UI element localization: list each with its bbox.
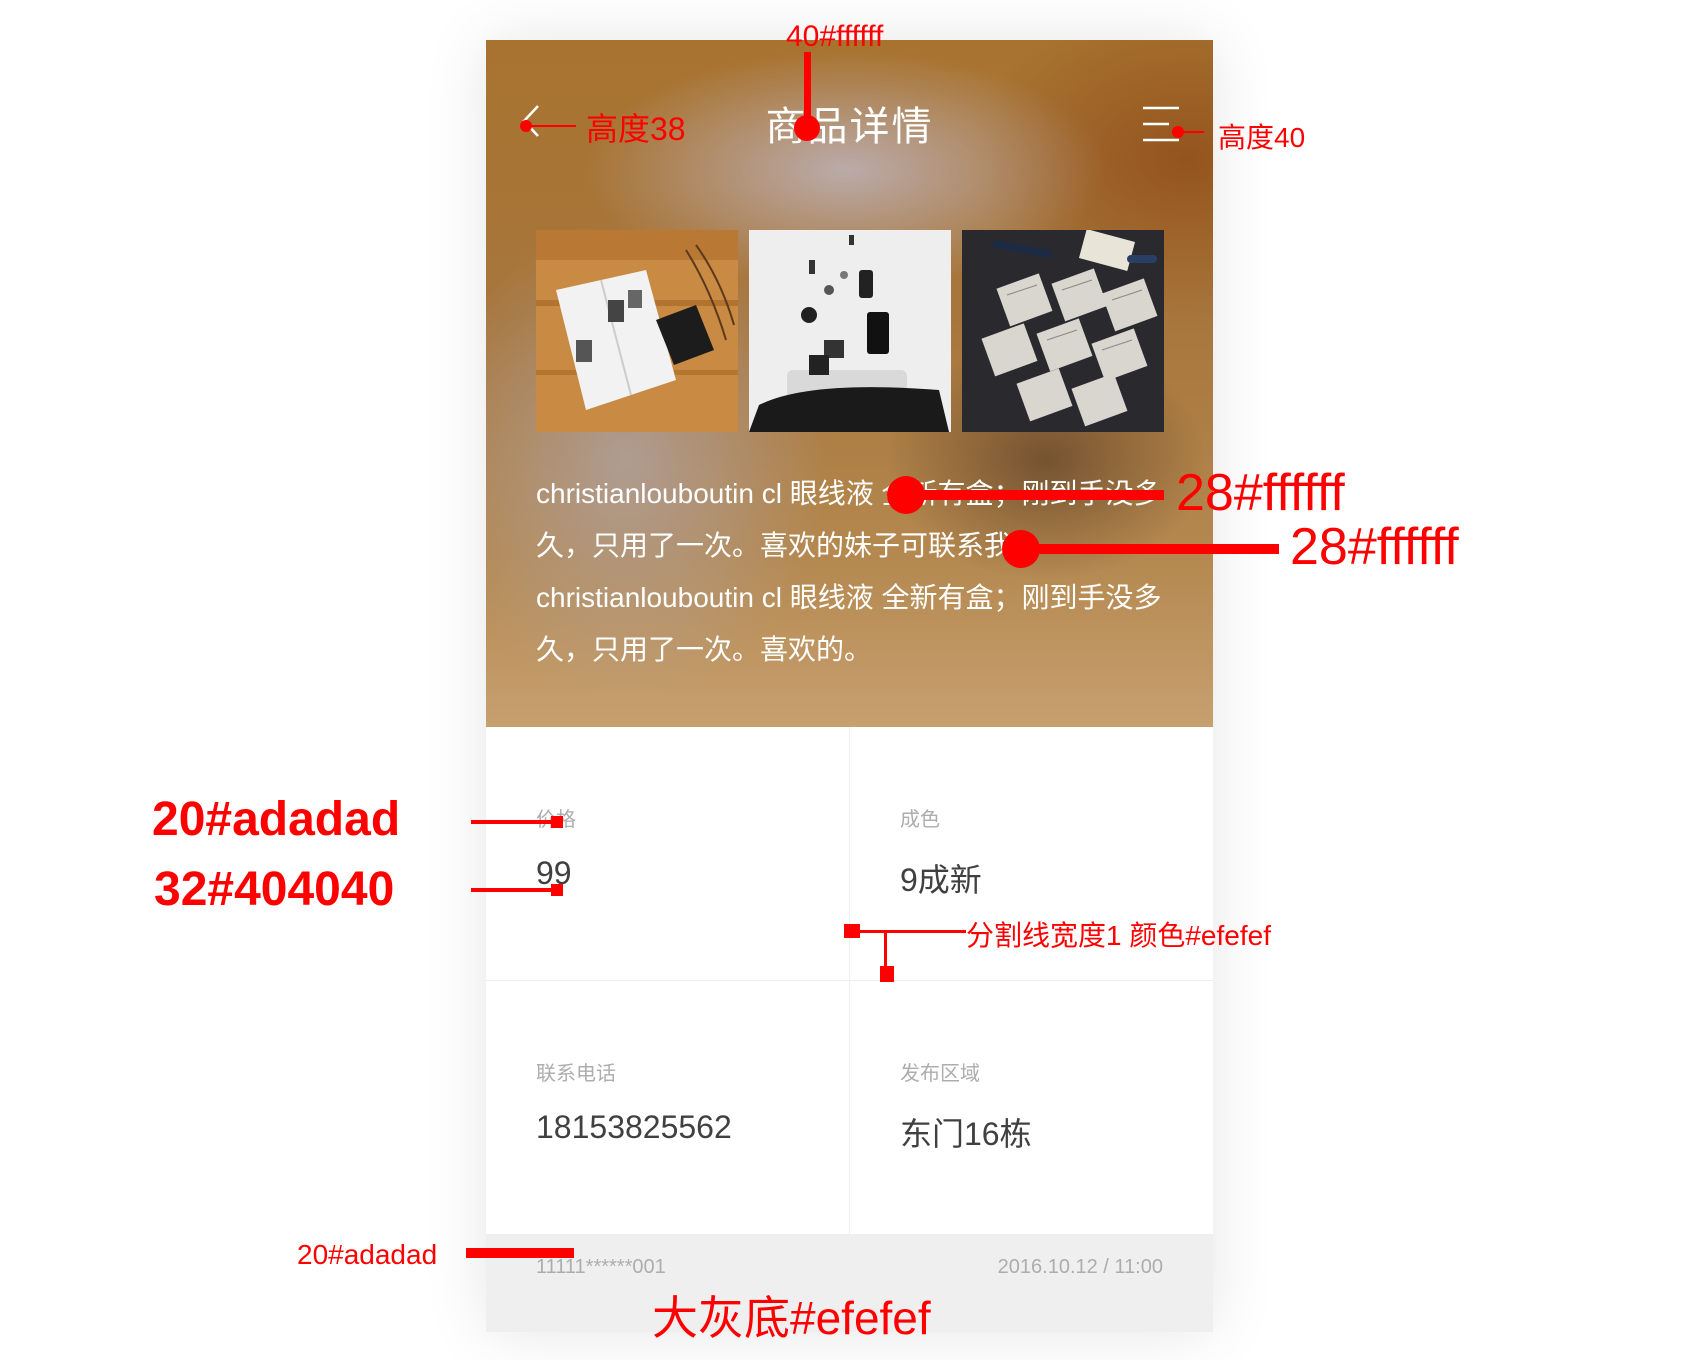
annotation-desc-spec-2: 28#ffffff: [1290, 518, 1459, 576]
annotation-desc-spec-1: 28#ffffff: [1176, 464, 1345, 522]
annotation-desc-leader-2: [1021, 544, 1279, 554]
product-details-grid: 价格 99 成色 9成新 联系电话 18153825562 发布区域 东门16栋: [486, 727, 1213, 1234]
annotation-divider-leader: [856, 930, 966, 933]
annotation-value-leader: [471, 888, 559, 892]
product-image-1[interactable]: [536, 230, 738, 432]
phone-label: 联系电话: [536, 1063, 616, 1085]
footer-datetime: 2016.10.12 / 11:00: [997, 1256, 1163, 1278]
area-label: 发布区域: [900, 1063, 980, 1085]
annotation-title-dot: [794, 115, 820, 141]
annotation-footer-leader: [466, 1248, 574, 1258]
phone-value[interactable]: 18153825562: [536, 1109, 732, 1146]
annotation-label-marker: [551, 816, 563, 828]
annotation-divider-spec: 分割线宽度1 颜色#efefef: [966, 920, 1271, 951]
annotation-label-spec: 20#adadad: [152, 793, 401, 846]
annotation-divider-marker-h: [880, 966, 894, 982]
condition-value: 9成新: [900, 862, 982, 898]
condition-label: 成色: [900, 809, 940, 831]
annotation-menu-leader: [1178, 131, 1204, 133]
annotation-footer-spec: 20#adadad: [297, 1239, 438, 1270]
product-image-gallery: [536, 230, 1164, 432]
price-cell: 价格 99: [486, 727, 849, 980]
design-spec-canvas: 商品详情 christianlouboutin cl 眼线液 全新有盒；刚到手没…: [0, 0, 1684, 1360]
product-image-3[interactable]: [962, 230, 1164, 432]
annotation-value-spec: 32#404040: [154, 863, 395, 916]
annotation-back-leader: [526, 125, 576, 127]
annotation-value-marker: [551, 884, 563, 896]
area-cell: 发布区域 东门16栋: [850, 981, 1213, 1234]
annotation-desc-leader-1: [906, 490, 1164, 500]
product-image-2[interactable]: [749, 230, 951, 432]
annotation-menu-height: 高度40: [1218, 122, 1306, 153]
annotation-back-height: 高度38: [586, 111, 686, 147]
menu-icon[interactable]: [1139, 102, 1183, 146]
annotation-bg-spec: 大灰底#efefef: [652, 1292, 931, 1344]
phone-screen: 商品详情 christianlouboutin cl 眼线液 全新有盒；刚到手没…: [486, 40, 1213, 1332]
footer-id: 11111******001: [536, 1256, 666, 1278]
area-value: 东门16栋: [900, 1116, 1032, 1152]
annotation-label-leader: [471, 820, 559, 824]
phone-cell: 联系电话 18153825562: [486, 981, 849, 1234]
horizontal-divider: [486, 980, 1213, 981]
annotation-title-spec: 40#ffffff: [786, 20, 884, 53]
